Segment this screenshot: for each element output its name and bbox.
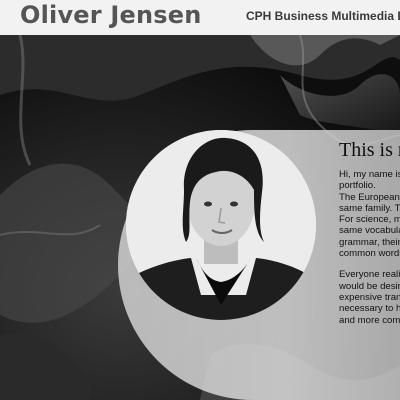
paragraph-line: Hi, my name is — [339, 169, 400, 180]
paragraph-line: expensive trans — [339, 291, 400, 303]
paragraph-line: For science, mu — [339, 214, 400, 226]
site-title[interactable]: Oliver Jensen — [20, 1, 202, 29]
paragraph-line: The European l — [339, 191, 400, 203]
site-subtitle: CPH Business Multimedia Des — [246, 9, 400, 23]
paragraph-line: would be desira — [339, 280, 400, 292]
paragraph-line: common words — [339, 248, 400, 260]
intro-heading: This is r — [339, 139, 400, 161]
paragraph-line: grammar, their — [339, 236, 400, 248]
portrait-illustration — [126, 130, 316, 320]
intro-paragraph-1: Hi, my name is portfolio. The European l… — [339, 169, 400, 259]
paragraph-line: Everyone realiz — [339, 269, 400, 281]
paragraph-line: same family. Th — [339, 202, 400, 214]
intro-paragraph-2: Everyone realiz would be desira expensiv… — [339, 269, 400, 325]
intro-content: This is r Hi, my name is portfolio. The … — [339, 139, 400, 326]
paragraph-line: same vocabula — [339, 225, 400, 237]
paragraph-line: and more comm — [339, 314, 400, 326]
paragraph-line: portfolio. — [339, 180, 376, 192]
site-header: Oliver Jensen CPH Business Multimedia De… — [0, 0, 400, 35]
profile-portrait — [126, 130, 316, 320]
paragraph-line: necessary to ha — [339, 303, 400, 315]
